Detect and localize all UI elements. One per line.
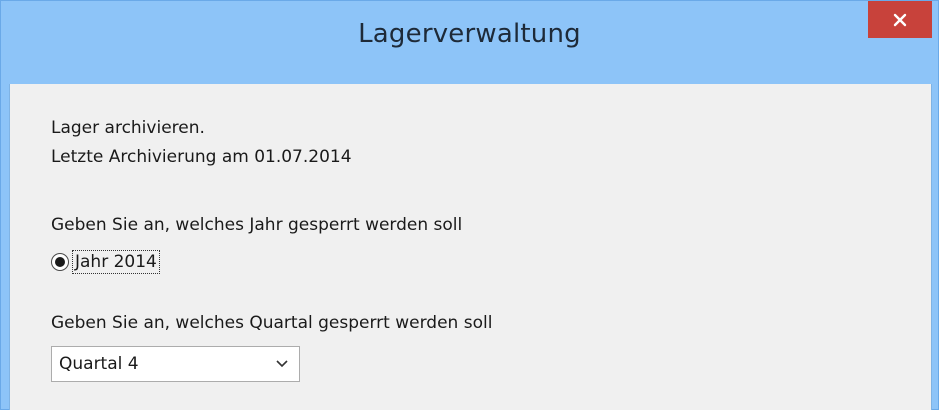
year-radio-option[interactable]: Jahr 2014	[51, 249, 160, 275]
quarter-dropdown[interactable]: Quartal 4	[51, 346, 300, 382]
last-archive-date: Letzte Archivierung am 01.07.2014	[51, 147, 352, 167]
window-title: Lagerverwaltung	[358, 19, 581, 49]
year-radio-label[interactable]: Jahr 2014	[72, 250, 160, 274]
year-radio-button[interactable]	[51, 253, 69, 271]
radio-selected-dot	[55, 257, 65, 267]
close-button[interactable]	[868, 1, 932, 38]
dialog-content: Lager archivieren. Letzte Archivierung a…	[9, 84, 932, 410]
quarter-prompt: Geben Sie an, welches Quartal gesperrt w…	[51, 313, 493, 333]
dialog-window: Lagerverwaltung Lager archivieren. Letzt…	[0, 0, 939, 410]
year-prompt: Geben Sie an, welches Jahr gesperrt werd…	[51, 215, 463, 235]
quarter-selected-value: Quartal 4	[59, 354, 139, 374]
title-bar[interactable]: Lagerverwaltung	[1, 1, 938, 84]
archive-heading: Lager archivieren.	[51, 118, 205, 138]
close-icon	[893, 13, 907, 27]
chevron-down-icon[interactable]	[265, 360, 299, 368]
